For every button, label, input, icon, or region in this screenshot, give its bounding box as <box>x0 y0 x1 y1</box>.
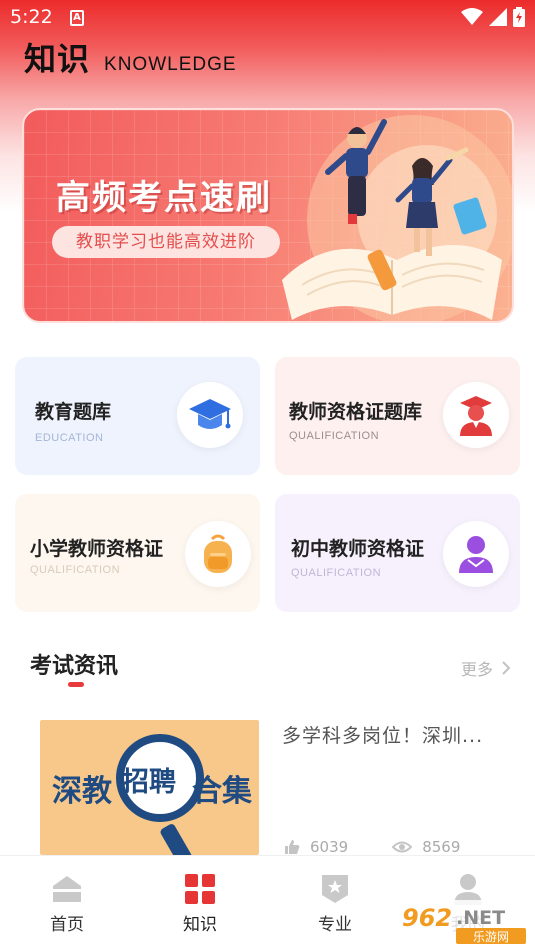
tab-knowledge[interactable]: 知识 <box>160 872 240 935</box>
teacher-icon <box>460 396 492 436</box>
status-bar: 5:22 A <box>0 0 535 36</box>
home-icon <box>53 876 81 902</box>
chevron-right-icon <box>502 661 511 675</box>
card-title: 教育题库 <box>35 401 112 423</box>
views-count: 8569 <box>422 838 461 856</box>
signal-icon <box>489 8 507 26</box>
card-icon-wrap <box>177 382 243 448</box>
svg-text:962: 962 <box>402 904 452 932</box>
thumb-text-right: 合集 <box>192 774 252 809</box>
graduation-cap-icon <box>189 399 231 429</box>
eye-icon <box>392 841 413 853</box>
section-underline <box>68 682 84 687</box>
tab-major[interactable]: 专业 <box>295 872 375 935</box>
promo-banner[interactable]: 高频考点速刷 教职学习也能高效进阶 <box>22 108 514 323</box>
status-icons <box>461 7 525 27</box>
student-icon <box>459 536 493 573</box>
news-stats: 6039 8569 <box>284 838 460 856</box>
card-subtitle: QUALIFICATION <box>30 564 121 576</box>
svg-text:乐游网: 乐游网 <box>473 930 509 944</box>
tab-label: 专业 <box>318 915 352 935</box>
banner-headline: 高频考点速刷 <box>56 178 272 218</box>
category-card-education[interactable]: 教育题库 EDUCATION <box>15 357 260 475</box>
likes-count: 6039 <box>310 838 349 856</box>
page-subtitle: KNOWLEDGE <box>104 54 237 75</box>
banner-tagline: 教职学习也能高效进阶 <box>52 226 280 258</box>
more-link[interactable]: 更多 <box>461 656 511 680</box>
battery-icon <box>513 7 525 27</box>
a-icon: A <box>70 10 84 26</box>
card-subtitle: QUALIFICATION <box>289 430 380 442</box>
section-title-news: 考试资讯 <box>30 654 119 679</box>
backpack-icon <box>204 534 232 573</box>
thumbs-up-icon <box>285 840 300 854</box>
views-stat: 8569 <box>392 838 460 856</box>
category-card-middle-school[interactable]: 初中教师资格证 QUALIFICATION <box>275 494 520 612</box>
card-title: 教师资格证题库 <box>289 401 423 423</box>
watermark-logo: 962 .NET 乐游网 <box>398 900 530 946</box>
svg-text:.NET: .NET <box>456 907 505 929</box>
tab-label: 首页 <box>50 915 84 935</box>
grid-icon <box>185 874 215 904</box>
news-title[interactable]: 多学科多岗位！深圳... <box>282 721 483 748</box>
category-card-primary-school[interactable]: 小学教师资格证 QUALIFICATION <box>15 494 260 612</box>
card-icon-wrap <box>443 382 509 448</box>
thumb-text-center: 招聘 <box>122 767 176 798</box>
star-badge-icon <box>322 875 348 903</box>
more-label: 更多 <box>460 660 493 679</box>
card-icon-wrap <box>185 521 251 587</box>
news-thumbnail[interactable]: 深教 招聘 合集 <box>40 720 259 855</box>
students-book-illustration <box>282 115 512 321</box>
card-icon-wrap <box>443 521 509 587</box>
wifi-icon <box>461 8 483 25</box>
status-time: 5:22 <box>10 6 53 28</box>
tab-label: 知识 <box>183 915 217 935</box>
card-title: 小学教师资格证 <box>30 538 164 560</box>
page-header: 知识 KNOWLEDGE <box>24 34 237 80</box>
category-card-teacher-qualification[interactable]: 教师资格证题库 QUALIFICATION <box>275 357 520 475</box>
thumb-text-left: 深教 <box>52 774 112 809</box>
card-subtitle: QUALIFICATION <box>291 567 382 579</box>
likes-stat: 6039 <box>284 838 348 856</box>
tab-home[interactable]: 首页 <box>27 872 107 935</box>
page-title: 知识 <box>24 40 91 78</box>
card-subtitle: EDUCATION <box>35 432 104 444</box>
card-title: 初中教师资格证 <box>291 538 425 560</box>
